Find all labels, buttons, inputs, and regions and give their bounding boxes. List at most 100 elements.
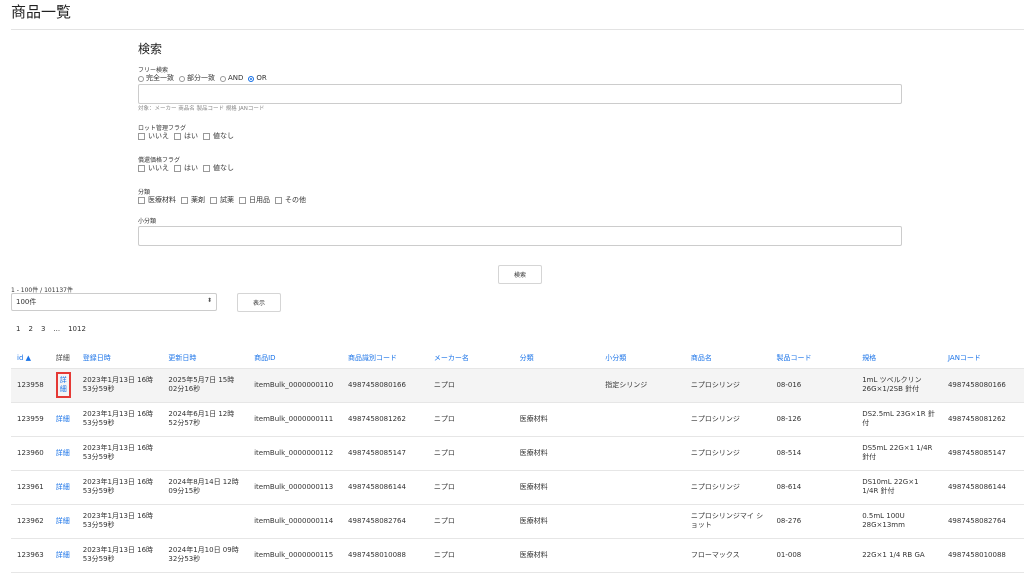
cell-product-code: 08-126 xyxy=(770,402,857,437)
page-2[interactable]: 2 xyxy=(28,325,32,333)
page-3[interactable]: 3 xyxy=(41,325,45,333)
cell-detail: 詳細 xyxy=(49,470,77,505)
cat-drug[interactable]: 薬剤 xyxy=(181,196,205,205)
table-row: 123958 詳細 2023年1月13日 16時 53分59秒 2025年5月7日 1… xyxy=(11,368,1024,403)
lot-yes[interactable]: はい xyxy=(174,132,198,141)
cell-category: 医療材料 xyxy=(513,470,600,505)
radio-checked-icon[interactable] xyxy=(248,75,255,82)
cell-maker: ニプロ xyxy=(427,402,514,437)
col-detail: 詳細 xyxy=(49,348,77,369)
cell-maker: ニプロ xyxy=(427,368,514,403)
checkbox-icon[interactable] xyxy=(181,197,188,204)
table-row: 123962 詳細 2023年1月13日 16時 53分59秒 itemBulk_00… xyxy=(11,504,1024,539)
cell-detail: 詳細 xyxy=(49,402,77,437)
radio-icon[interactable] xyxy=(138,75,144,82)
lot-none[interactable]: 値なし xyxy=(203,132,234,141)
cell-spec: DS5mL 22G×1 1/4R 針付 xyxy=(856,436,942,471)
price-none[interactable]: 値なし xyxy=(203,164,234,173)
cell-product-code: 01-008 xyxy=(770,538,857,573)
cell-item-code: 4987458081262 xyxy=(342,402,428,437)
page-title: 商品一覧 xyxy=(11,3,72,21)
cell-item-code: 4987458086144 xyxy=(342,470,428,505)
cat-daily[interactable]: 日用品 xyxy=(239,196,270,205)
page-1[interactable]: 1 xyxy=(16,325,20,333)
checkbox-icon[interactable] xyxy=(203,165,210,172)
cell-detail: 詳細 xyxy=(49,504,77,539)
items-table: id ▲ 詳細 登録日時 更新日時 商品ID 商品識別コード メーカー名 分類 … xyxy=(11,348,1024,573)
per-page-select[interactable]: 100件 ⬍ xyxy=(11,293,217,311)
cell-category: 医療材料 xyxy=(513,538,600,573)
checkbox-icon[interactable] xyxy=(174,133,181,140)
col-id[interactable]: id ▲ xyxy=(11,348,50,369)
free-search-label: フリー検索 xyxy=(138,67,169,74)
cat-other[interactable]: その他 xyxy=(275,196,306,205)
cell-id: 123960 xyxy=(11,436,50,471)
cell-name: ニプロシリンジ xyxy=(684,470,771,505)
radio-icon[interactable] xyxy=(220,75,226,82)
checkbox-icon[interactable] xyxy=(203,133,210,140)
cell-subcategory xyxy=(599,402,685,437)
cat-reagent[interactable]: 試薬 xyxy=(210,196,234,205)
table-row: 123961 詳細 2023年1月13日 16時 53分59秒 2024年8月14日 … xyxy=(11,470,1024,505)
detail-link[interactable]: 詳細 xyxy=(56,415,70,423)
divider xyxy=(11,29,1024,30)
cell-spec: 0.5mL 100U 28G×13mm xyxy=(856,504,942,539)
price-yes[interactable]: はい xyxy=(174,164,198,173)
detail-link[interactable]: 詳細 xyxy=(56,551,70,559)
cell-product-code: 08-514 xyxy=(770,436,857,471)
cell-updated xyxy=(162,436,249,471)
col-category[interactable]: 分類 xyxy=(513,348,600,369)
col-item-code[interactable]: 商品識別コード xyxy=(342,348,428,369)
mode-and[interactable]: AND xyxy=(220,74,243,83)
col-spec[interactable]: 規格 xyxy=(856,348,942,369)
checkbox-icon[interactable] xyxy=(239,197,246,204)
price-flag-options: いいえ はい 値なし xyxy=(138,164,239,173)
page-ellipsis: ... xyxy=(53,325,61,333)
col-updated[interactable]: 更新日時 xyxy=(162,348,249,369)
price-flag-label: 償還価格フラグ xyxy=(138,157,181,164)
cell-maker: ニプロ xyxy=(427,470,514,505)
cell-created: 2023年1月13日 16時 53分59秒 xyxy=(76,368,163,403)
free-search-input[interactable] xyxy=(138,84,902,104)
cat-medical[interactable]: 医療材料 xyxy=(138,196,176,205)
table-row: 123963 詳細 2023年1月13日 16時 53分59秒 2024年1月10日 … xyxy=(11,538,1024,573)
mode-or[interactable]: OR xyxy=(248,74,267,83)
cell-updated: 2024年1月10日 09時 32分53秒 xyxy=(162,538,249,573)
col-created[interactable]: 登録日時 xyxy=(76,348,163,369)
checkbox-icon[interactable] xyxy=(275,197,282,204)
lot-no[interactable]: いいえ xyxy=(138,132,169,141)
col-maker[interactable]: メーカー名 xyxy=(427,348,514,369)
radio-icon[interactable] xyxy=(179,75,185,82)
cell-id: 123961 xyxy=(11,470,50,505)
col-name[interactable]: 商品名 xyxy=(684,348,771,369)
col-jan[interactable]: JANコード xyxy=(941,348,1024,369)
table-row: 123959 詳細 2023年1月13日 16時 53分59秒 2024年6月1日 1… xyxy=(11,402,1024,437)
cell-spec: DS2.5mL 23G×1R 針付 xyxy=(856,402,942,437)
mode-exact[interactable]: 完全一致 xyxy=(138,74,174,83)
mode-partial[interactable]: 部分一致 xyxy=(179,74,215,83)
detail-link[interactable]: 詳細 xyxy=(55,372,71,398)
cell-created: 2023年1月13日 16時 53分59秒 xyxy=(76,436,163,471)
cell-created: 2023年1月13日 16時 53分59秒 xyxy=(76,470,163,505)
cell-updated xyxy=(162,504,249,539)
select-arrows-icon: ⬍ xyxy=(206,297,212,304)
search-button[interactable]: 検索 xyxy=(498,265,542,284)
show-button[interactable]: 表示 xyxy=(237,293,281,312)
checkbox-icon[interactable] xyxy=(138,197,145,204)
price-no[interactable]: いいえ xyxy=(138,164,169,173)
col-product-code[interactable]: 製品コード xyxy=(770,348,857,369)
detail-link[interactable]: 詳細 xyxy=(56,449,70,457)
checkbox-icon[interactable] xyxy=(138,165,145,172)
cell-maker: ニプロ xyxy=(427,436,514,471)
cell-item-id: itemBulk_0000000114 xyxy=(248,504,343,539)
checkbox-icon[interactable] xyxy=(210,197,217,204)
cell-spec: 22G×1 1/4 RB GA xyxy=(856,538,942,573)
detail-link[interactable]: 詳細 xyxy=(56,483,70,491)
checkbox-icon[interactable] xyxy=(174,165,181,172)
detail-link[interactable]: 詳細 xyxy=(56,517,70,525)
col-subcategory[interactable]: 小分類 xyxy=(599,348,685,369)
checkbox-icon[interactable] xyxy=(138,133,145,140)
subcategory-input[interactable] xyxy=(138,226,902,246)
page-last[interactable]: 1012 xyxy=(68,325,86,333)
col-item-id[interactable]: 商品ID xyxy=(248,348,343,369)
